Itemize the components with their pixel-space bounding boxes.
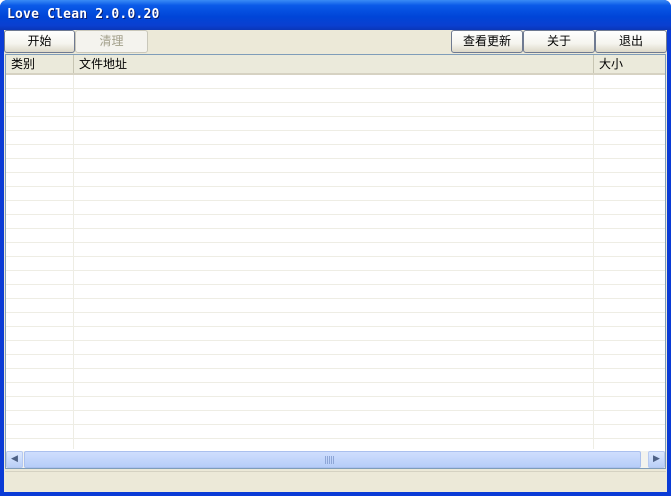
column-header-size[interactable]: 大小 [594,55,665,73]
column-divider [73,75,74,449]
column-header-category[interactable]: 类别 [6,55,74,73]
exit-button[interactable]: 退出 [595,30,667,53]
toolbar: 开始 清理 查看更新 关于 退出 [4,30,667,54]
file-list[interactable]: 类别 文件地址 大小 ◀ ▶ [5,54,666,469]
scrollbar-thumb[interactable] [24,451,641,468]
column-header-file-path[interactable]: 文件地址 [74,55,594,73]
grip-icon [325,456,335,464]
scroll-right-icon[interactable]: ▶ [648,451,665,468]
check-update-button[interactable]: 查看更新 [451,30,523,53]
client-area: 开始 清理 查看更新 关于 退出 类别 文件地址 大小 ◀ ▶ [4,30,667,492]
status-bar [5,471,666,492]
scroll-left-icon[interactable]: ◀ [6,451,23,468]
app-window: Love Clean 2.0.0.20 开始 清理 查看更新 关于 退出 类别 … [0,0,671,496]
title-bar[interactable]: Love Clean 2.0.0.20 [0,0,671,30]
about-button[interactable]: 关于 [523,30,595,53]
horizontal-scrollbar[interactable]: ◀ ▶ [6,451,665,468]
clean-button[interactable]: 清理 [75,30,148,53]
column-divider [593,75,594,449]
list-header: 类别 文件地址 大小 [6,55,665,75]
list-body[interactable] [6,75,665,449]
start-button[interactable]: 开始 [4,30,75,53]
window-title: Love Clean 2.0.0.20 [7,7,160,22]
